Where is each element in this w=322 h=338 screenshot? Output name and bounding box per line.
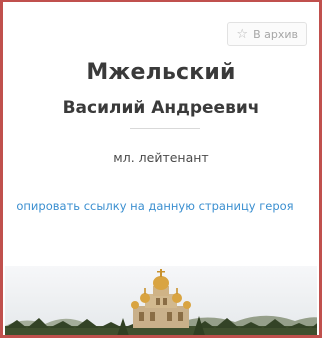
archive-button-label: В архив bbox=[253, 27, 298, 41]
cathedral-photo bbox=[5, 266, 317, 335]
cathedral-illustration bbox=[5, 269, 317, 335]
hero-card: ☆ В архив Мжельский Василий Андреевич мл… bbox=[5, 4, 317, 335]
hero-given-names: Василий Андреевич bbox=[62, 98, 260, 118]
hero-rank: мл. лейтенант bbox=[113, 150, 209, 165]
screenshot-frame: ☆ В архив Мжельский Василий Андреевич мл… bbox=[0, 0, 322, 338]
archive-button[interactable]: ☆ В архив bbox=[227, 22, 307, 46]
star-outline-icon: ☆ bbox=[236, 26, 249, 42]
hero-surname: Мжельский bbox=[86, 60, 236, 85]
divider bbox=[130, 128, 200, 129]
copy-link[interactable]: опировать ссылку на данную страницу геро… bbox=[3, 196, 309, 217]
